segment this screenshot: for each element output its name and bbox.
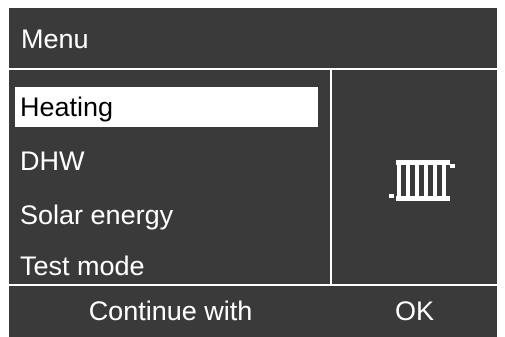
menu-item-dhw[interactable]: DHW xyxy=(15,141,318,181)
menu-item-solar-energy[interactable]: Solar energy xyxy=(15,195,318,235)
menu-item-heating[interactable]: Heating xyxy=(15,87,318,127)
menu-item-test-mode[interactable]: Test mode xyxy=(15,246,318,286)
preview-panel xyxy=(332,70,497,284)
ok-button[interactable]: OK xyxy=(332,286,497,337)
continue-with-button[interactable]: Continue with xyxy=(9,286,332,337)
radiator-icon xyxy=(389,160,455,201)
menu-list: Heating DHW Solar energy Test mode xyxy=(9,70,332,284)
title-bar: Menu xyxy=(9,8,497,70)
soft-key-bar: Continue with OK xyxy=(9,284,497,337)
display-screen: Menu Heating DHW Solar energy Test mode … xyxy=(9,8,497,337)
page-title: Menu xyxy=(21,24,89,54)
